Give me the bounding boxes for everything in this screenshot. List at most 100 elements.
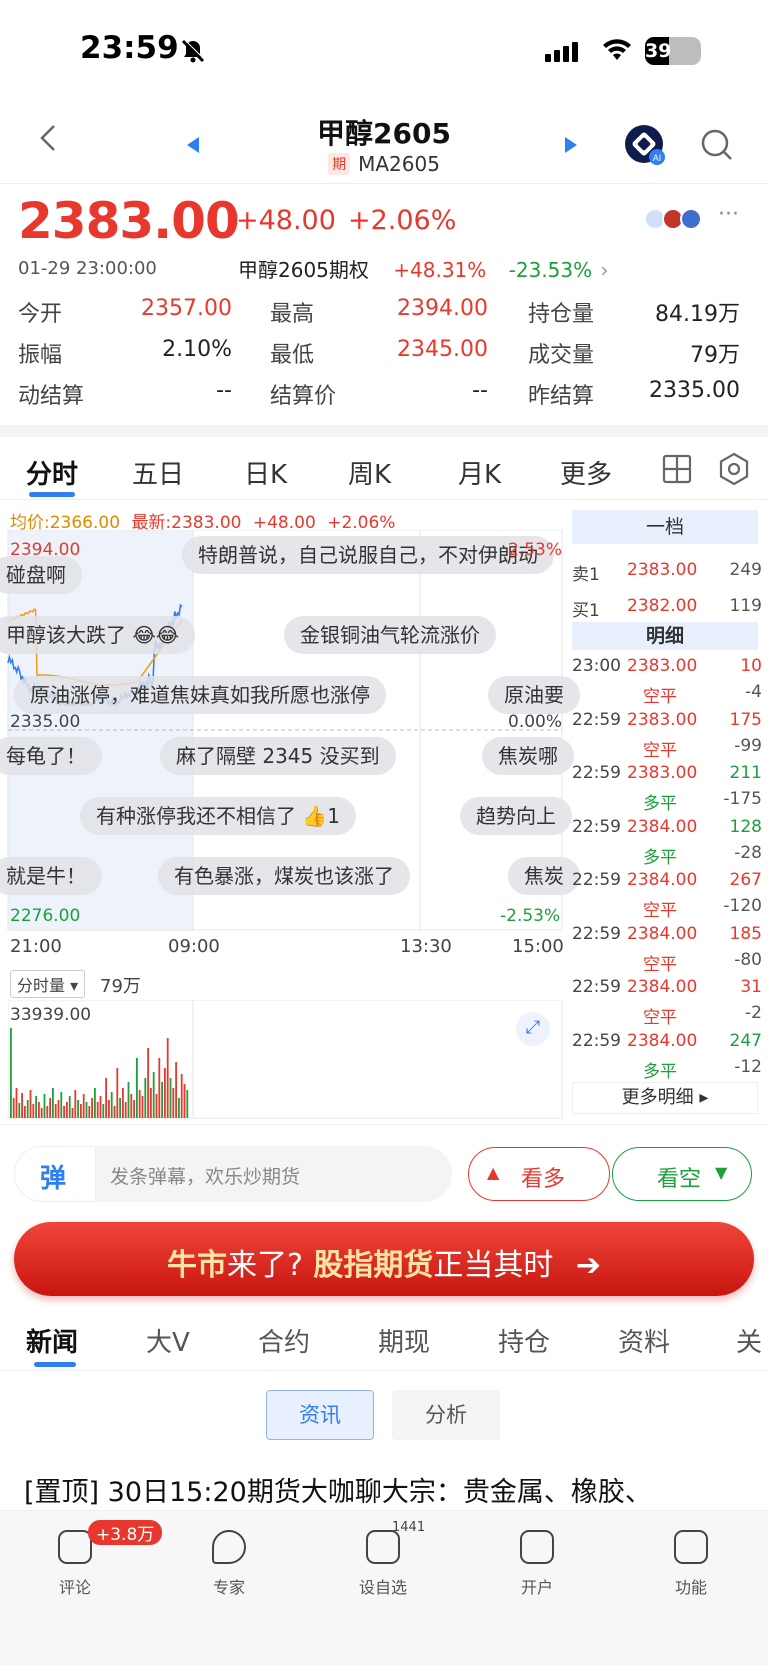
stat-value: 2394.00 <box>397 296 488 321</box>
trade-volume: 128 <box>729 816 762 837</box>
bearish-button[interactable]: 看空 ▼ <box>612 1147 752 1201</box>
danmu-bubble[interactable]: 有种涨停我还不相信了 👍1 <box>80 797 356 835</box>
danmu-input[interactable]: 弹 发条弹幕，欢乐炒期货 <box>14 1146 452 1202</box>
volume-bar <box>96 1102 99 1118</box>
trade-price: 2384.00 <box>627 1030 698 1051</box>
svg-text:AI: AI <box>653 153 662 163</box>
tab-1[interactable]: 五日 <box>132 454 184 491</box>
trade-time: 22:59 <box>572 763 621 783</box>
volume-bar <box>110 1092 113 1118</box>
tab-5[interactable]: 更多 <box>560 454 612 491</box>
banner-part-2: 来了? <box>227 1248 303 1283</box>
trade-volume: 31 <box>740 977 762 997</box>
volume-bar <box>116 1068 119 1118</box>
settings-icon[interactable] <box>718 452 750 486</box>
news-headline[interactable]: [置顶] 30日15:20期货大咖聊大宗：贵金属、橡胶、 <box>24 1470 652 1509</box>
danmu-bubble[interactable]: 每龟了！ <box>0 737 102 775</box>
bearish-label: 看空 <box>657 1167 702 1192</box>
volume-bar <box>71 1108 74 1118</box>
news-tab-5[interactable]: 资料 <box>618 1322 670 1359</box>
trade-delta: -2 <box>745 1003 762 1023</box>
danmu-bubble[interactable]: 麻了隔壁 2345 没买到 <box>160 737 396 775</box>
news-tab-6[interactable]: 关 <box>736 1322 762 1359</box>
bottom-nav-function[interactable]: 功能 <box>656 1530 726 1597</box>
danmu-bubble[interactable]: 甲醇该大跌了 😂😂 <box>0 616 196 654</box>
danmu-bubble[interactable]: 就是牛！ <box>0 857 102 895</box>
danmu-bubble[interactable]: 有色暴涨，煤炭也该涨了 <box>158 857 410 895</box>
danmu-bubble[interactable]: 碰盘啊 <box>0 556 82 594</box>
volume-bar <box>29 1090 32 1118</box>
news-tab-1[interactable]: 大V <box>146 1322 190 1359</box>
volume-bar <box>169 1078 172 1118</box>
like-icon[interactable]: 👍 <box>296 804 327 828</box>
ytick-right-low: -2.53% <box>500 906 561 926</box>
option-link[interactable]: 甲醇2605期权 +48.31% -23.53% › <box>238 254 609 283</box>
bottom-nav-watchlist[interactable]: 设自选 1441 <box>348 1520 425 1597</box>
bullish-button[interactable]: ▲ 看多 <box>468 1147 610 1201</box>
search-icon[interactable] <box>700 128 734 162</box>
tab-2[interactable]: 日K <box>244 454 287 491</box>
trade-delta: -120 <box>723 896 762 916</box>
stat-value: -- <box>472 378 488 403</box>
like-count: 1 <box>327 804 340 828</box>
trade-type: 空平 <box>643 740 677 761</box>
tab-3[interactable]: 周K <box>348 454 391 491</box>
volume-bar <box>88 1106 91 1118</box>
ai-assistant-icon[interactable]: AI <box>624 124 666 166</box>
danmu-bubble[interactable]: 趋势向上 <box>460 797 572 835</box>
promo-banner[interactable]: 牛市来了? 股指期货正当其时 ➔ <box>14 1222 754 1296</box>
bullish-label: 看多 <box>521 1167 566 1192</box>
danmu-bubble[interactable]: 焦炭哪 <box>482 737 574 775</box>
news-tab-4[interactable]: 持仓 <box>498 1322 550 1359</box>
trade-detail-header: 明细 <box>572 622 758 650</box>
volume-bar <box>99 1096 102 1118</box>
chevron-right-icon: › <box>600 258 609 282</box>
volume-bar <box>46 1106 49 1118</box>
social-avatars[interactable] <box>642 206 712 232</box>
trade-delta: -28 <box>734 842 762 863</box>
more-details-button[interactable]: 更多明细 ▸ <box>572 1082 758 1114</box>
volume-bar <box>21 1093 23 1118</box>
danmu-bubble[interactable]: 原油要 <box>488 676 580 714</box>
option-put-change: -23.53% <box>508 258 593 282</box>
next-contract-icon[interactable] <box>564 136 578 154</box>
orderbook-volume: 249 <box>729 560 762 580</box>
stat-label: 今开 <box>18 302 63 327</box>
layout-grid-icon[interactable] <box>662 454 692 484</box>
orderbook-level-header[interactable]: 一档 <box>572 510 758 544</box>
volume-bar <box>82 1094 85 1118</box>
trade-delta: -99 <box>734 735 762 756</box>
volume-bar <box>35 1096 37 1118</box>
volume-bar <box>40 1108 43 1118</box>
bottom-nav-expert[interactable]: 专家 <box>194 1530 264 1597</box>
news-sub-tab-analysis[interactable]: 分析 <box>392 1390 500 1440</box>
bottom-nav-open-account[interactable]: 开户 <box>502 1530 572 1597</box>
news-sub-tab-info[interactable]: 资讯 <box>266 1390 374 1440</box>
trade-type: 多平 <box>643 794 677 814</box>
danmu-bubble[interactable]: 原油涨停，难道焦妹真如我所愿也涨停 <box>14 676 386 714</box>
danmu-bubble[interactable]: 金银铜油气轮流涨价 <box>284 616 496 654</box>
volume-label: 分时量 <box>17 976 66 995</box>
arrow-right-icon: ➔ <box>575 1248 601 1283</box>
volume-selector[interactable]: 分时量 ▾ <box>10 970 86 998</box>
tab-0[interactable]: 分时 <box>26 454 78 491</box>
bottom-nav-label: 专家 <box>212 1578 245 1597</box>
news-tab-2[interactable]: 合约 <box>258 1322 310 1359</box>
stat-value: 2.10% <box>162 337 232 362</box>
bottom-nav-comment[interactable]: 评论 +3.8万 <box>40 1520 163 1597</box>
trade-type: 空平 <box>643 687 677 707</box>
trade-type: 空平 <box>643 1008 677 1028</box>
danmu-bubble[interactable]: 特朗普说，自己说服自己，不对伊朗动 <box>182 536 554 574</box>
news-tab-3[interactable]: 期现 <box>378 1322 430 1359</box>
volume-bar <box>138 1090 141 1118</box>
tab-4[interactable]: 月K <box>458 454 501 491</box>
volume-bar <box>60 1092 63 1118</box>
volume-bar <box>18 1103 21 1118</box>
volume-bar <box>147 1048 149 1118</box>
volume-bar <box>108 1100 110 1118</box>
trade-price: 2383.00 <box>627 656 698 676</box>
danmu-bubble[interactable]: 焦炭 <box>508 857 580 895</box>
more-icon[interactable]: ··· <box>718 202 739 227</box>
expand-icon[interactable]: ⤢ <box>516 1012 550 1046</box>
news-tab-0[interactable]: 新闻 <box>26 1322 78 1359</box>
